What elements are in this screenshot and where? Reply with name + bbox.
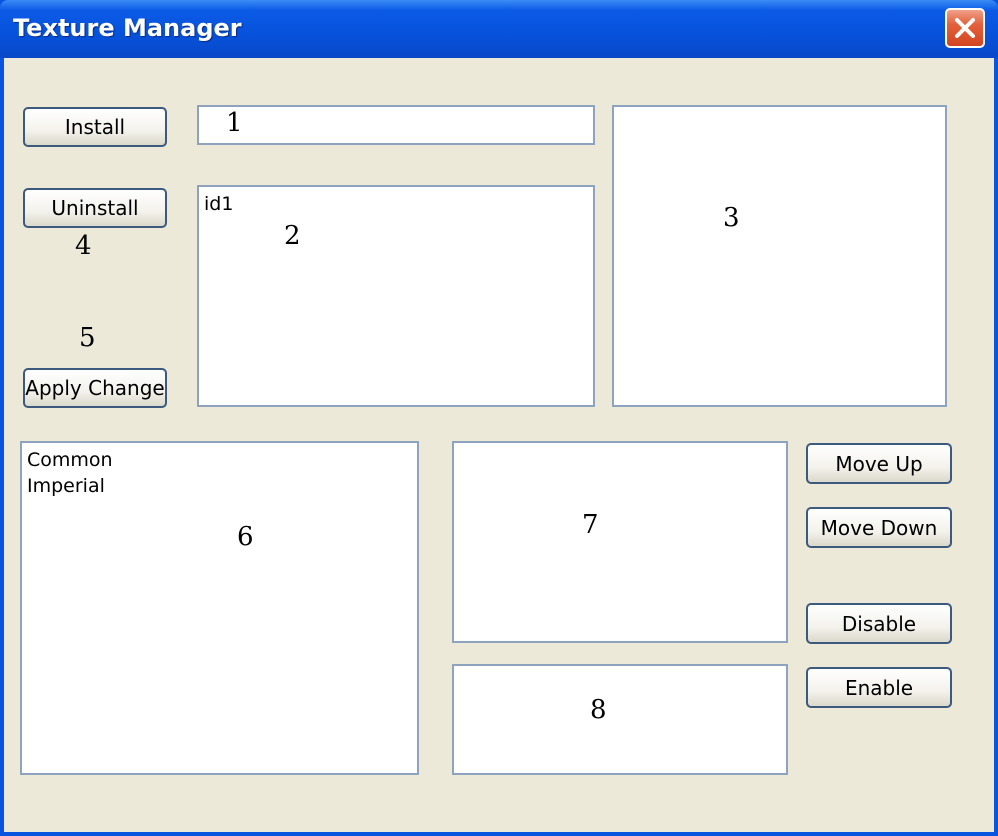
install-button[interactable]: Install [23,107,167,147]
annotation-8: 8 [590,695,607,725]
annotation-5: 5 [79,323,96,353]
annotation-1: 1 [226,108,243,138]
annotation-3: 3 [723,203,740,233]
uninstall-button[interactable]: Uninstall [23,188,167,228]
install-path-field[interactable] [197,105,595,145]
annotation-4: 4 [75,231,92,261]
texture-id-list[interactable]: id1 [197,185,595,407]
annotation-6: 6 [237,522,254,552]
texture-manager-window: Texture Manager Install Uninstall Apply … [0,0,998,836]
category-list[interactable]: Common Imperial [20,441,419,775]
list-item[interactable]: Common [22,443,417,473]
move-up-button[interactable]: Move Up [806,443,952,484]
list-item[interactable]: id1 [199,187,593,217]
window-title: Texture Manager [13,14,242,42]
title-bar[interactable]: Texture Manager [0,0,998,58]
list-item[interactable]: Imperial [22,473,417,499]
close-button[interactable] [945,8,985,48]
annotation-7: 7 [582,510,599,540]
apply-change-button[interactable]: Apply Change [23,368,167,408]
active-texture-list[interactable] [452,441,788,643]
disable-button[interactable]: Disable [806,603,952,644]
enable-button[interactable]: Enable [806,667,952,708]
annotation-2: 2 [284,221,301,251]
move-down-button[interactable]: Move Down [806,507,952,548]
preview-panel [612,105,947,407]
client-area: Install Uninstall Apply Change id1 Commo… [4,58,994,832]
close-x-icon [955,18,975,38]
disabled-texture-list[interactable] [452,664,788,775]
